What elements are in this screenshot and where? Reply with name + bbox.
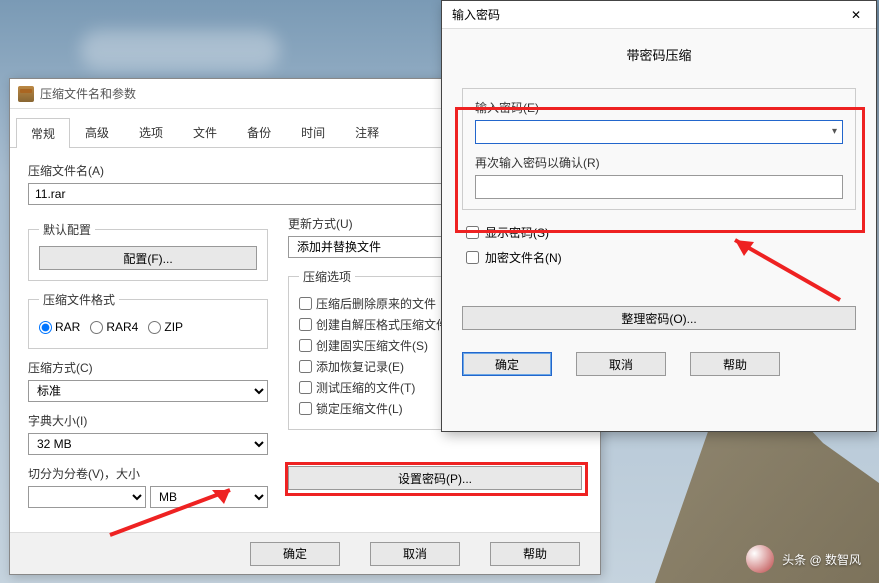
confirm-password-input[interactable]	[475, 175, 843, 199]
tab-time[interactable]: 时间	[286, 117, 340, 147]
password-dialog-titlebar[interactable]: 输入密码 ✕	[442, 1, 876, 29]
tab-general[interactable]: 常规	[16, 118, 70, 148]
tab-backup[interactable]: 备份	[232, 117, 286, 147]
compression-options-legend: 压缩选项	[299, 268, 355, 285]
compression-method-select[interactable]: 标准	[28, 380, 268, 402]
watermark: 头条 @ 数智风	[746, 545, 861, 573]
split-size-select[interactable]	[28, 486, 146, 508]
password-dialog: 输入密码 ✕ 带密码压缩 输入密码(E) ▾ 再次输入密码以确认(R) 显示密码…	[441, 0, 877, 432]
split-unit-select[interactable]: MB	[150, 486, 268, 508]
close-button[interactable]: ✕	[836, 1, 876, 29]
encrypt-filenames-checkbox[interactable]: 加密文件名(N)	[466, 249, 856, 266]
password-fields-group: 输入密码(E) ▾ 再次输入密码以确认(R)	[462, 88, 856, 210]
password-dialog-header: 带密码压缩	[442, 29, 876, 80]
tab-options[interactable]: 选项	[124, 117, 178, 147]
chevron-down-icon[interactable]: ▾	[832, 126, 837, 137]
dictionary-size-select[interactable]: 32 MB	[28, 433, 268, 455]
archive-format-group: 压缩文件格式 RAR RAR4 ZIP	[28, 291, 268, 349]
tab-files[interactable]: 文件	[178, 117, 232, 147]
dialog-title: 压缩文件名和参数	[40, 85, 136, 102]
format-zip-radio[interactable]: ZIP	[148, 320, 183, 334]
archive-format-legend: 压缩文件格式	[39, 291, 119, 308]
profiles-button[interactable]: 配置(F)...	[39, 246, 257, 270]
dictionary-size-label: 字典大小(I)	[28, 412, 268, 429]
cancel-button[interactable]: 取消	[370, 542, 460, 566]
tab-comment[interactable]: 注释	[340, 117, 394, 147]
enter-password-label: 输入密码(E)	[475, 99, 843, 116]
password-cancel-button[interactable]: 取消	[576, 352, 666, 376]
compression-method-label: 压缩方式(C)	[28, 359, 268, 376]
dialog-button-bar: 确定 取消 帮助	[10, 532, 600, 574]
watermark-text: 头条 @ 数智风	[782, 551, 861, 568]
format-rar4-radio[interactable]: RAR4	[90, 320, 138, 334]
set-password-button[interactable]: 设置密码(P)...	[288, 466, 582, 490]
password-dialog-buttons: 确定 取消 帮助	[442, 338, 876, 390]
tab-advanced[interactable]: 高级	[70, 117, 124, 147]
close-icon: ✕	[851, 8, 861, 22]
app-icon	[18, 86, 34, 102]
format-rar-radio[interactable]: RAR	[39, 320, 80, 334]
password-ok-button[interactable]: 确定	[462, 352, 552, 376]
default-profile-legend: 默认配置	[39, 221, 95, 238]
show-password-checkbox[interactable]: 显示密码(S)	[466, 224, 856, 241]
default-profile-group: 默认配置 配置(F)...	[28, 221, 268, 281]
password-dialog-title: 输入密码	[452, 6, 500, 23]
organize-passwords-button[interactable]: 整理密码(O)...	[462, 306, 856, 330]
split-volume-label: 切分为分卷(V)，大小	[28, 465, 268, 482]
password-help-button[interactable]: 帮助	[690, 352, 780, 376]
confirm-password-label: 再次输入密码以确认(R)	[475, 154, 843, 171]
ok-button[interactable]: 确定	[250, 542, 340, 566]
avatar-icon	[746, 545, 774, 573]
password-input[interactable]	[475, 120, 843, 144]
help-button[interactable]: 帮助	[490, 542, 580, 566]
